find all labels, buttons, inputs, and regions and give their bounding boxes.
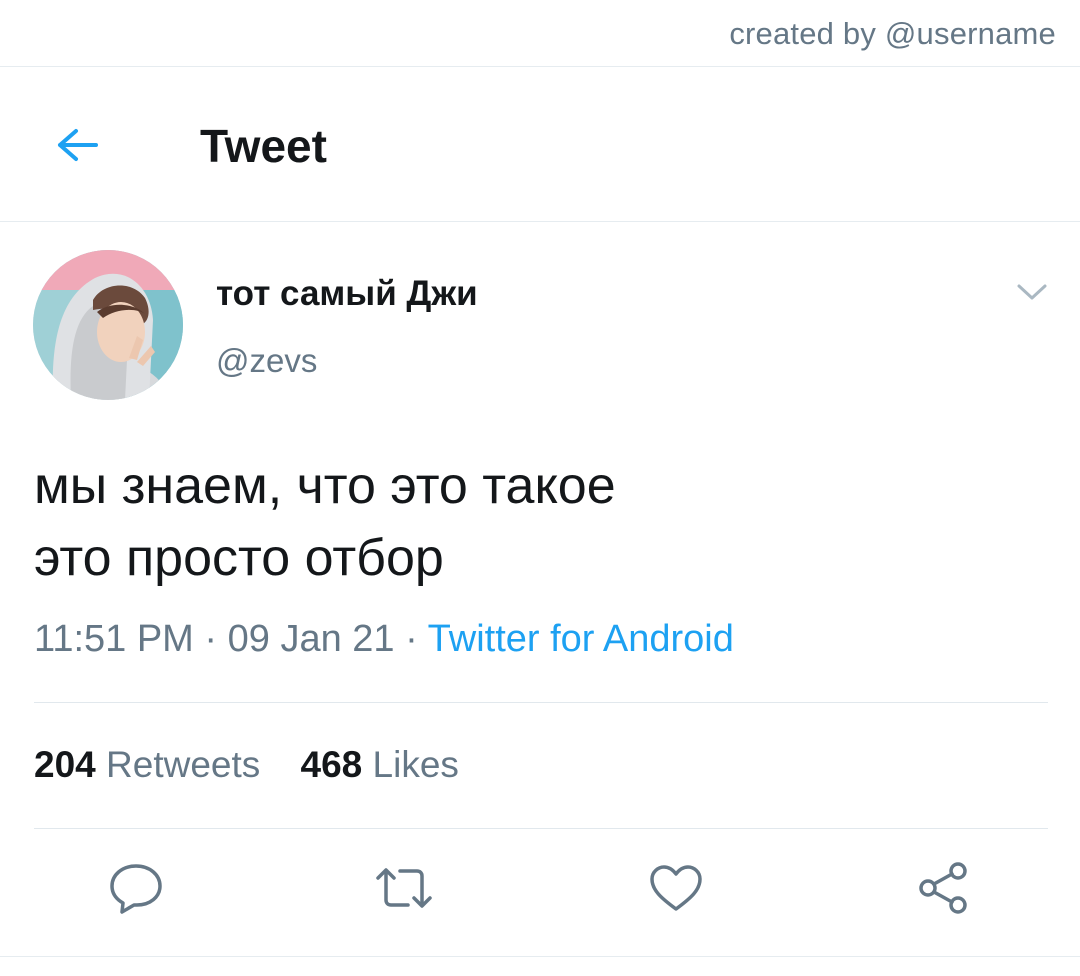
tweet-meta: 11:51 PM · 09 Jan 21 · Twitter for Andro… xyxy=(34,618,734,661)
tweet-menu-button[interactable] xyxy=(1008,278,1056,310)
heart-icon xyxy=(647,862,705,919)
retweet-button[interactable] xyxy=(368,854,440,926)
likes-label: Likes xyxy=(372,744,459,785)
retweets-stat[interactable]: 204 Retweets xyxy=(34,744,260,786)
divider xyxy=(34,828,1048,829)
tweet-source-link[interactable]: Twitter for Android xyxy=(428,618,734,660)
arrow-left-icon xyxy=(52,125,100,170)
divider xyxy=(0,956,1080,957)
like-button[interactable] xyxy=(640,854,712,926)
avatar[interactable] xyxy=(33,250,183,400)
tweet-header: Tweet xyxy=(0,67,1080,222)
reply-bubble-icon xyxy=(107,861,165,920)
meta-separator: · xyxy=(394,618,428,660)
likes-stat[interactable]: 468 Likes xyxy=(301,744,459,786)
retweets-count: 204 xyxy=(34,744,96,785)
tweet-time: 11:51 PM xyxy=(34,618,194,660)
meta-separator: · xyxy=(193,618,228,660)
back-button[interactable] xyxy=(50,125,102,169)
retweet-icon xyxy=(372,862,436,919)
tweet-detail: тот самый Джи @zevs мы знаем, что это та… xyxy=(0,222,1080,976)
tweet-date: 09 Jan 21 xyxy=(227,618,395,660)
tweet-text-line: это просто отбор xyxy=(34,529,444,587)
tweet-text-line: мы знаем, что это такое xyxy=(34,457,616,515)
share-icon xyxy=(914,859,974,922)
author-handle: @zevs xyxy=(216,342,318,379)
page-title: Tweet xyxy=(200,120,327,172)
tweet-text: мы знаем, что это такое это просто отбор xyxy=(34,450,1044,594)
divider xyxy=(34,702,1048,703)
author-display-name[interactable]: тот самый Джи xyxy=(216,274,478,314)
created-by-watermark: created by @username xyxy=(729,16,1056,51)
retweets-label: Retweets xyxy=(106,744,261,785)
share-button[interactable] xyxy=(908,854,980,926)
top-bar: created by @username xyxy=(0,0,1080,67)
likes-count: 468 xyxy=(300,744,363,785)
reply-button[interactable] xyxy=(100,854,172,926)
chevron-down-icon xyxy=(1016,282,1048,307)
tweet-stats: 204 Retweets 468 Likes xyxy=(34,744,459,786)
tweet-actions xyxy=(0,854,1080,934)
